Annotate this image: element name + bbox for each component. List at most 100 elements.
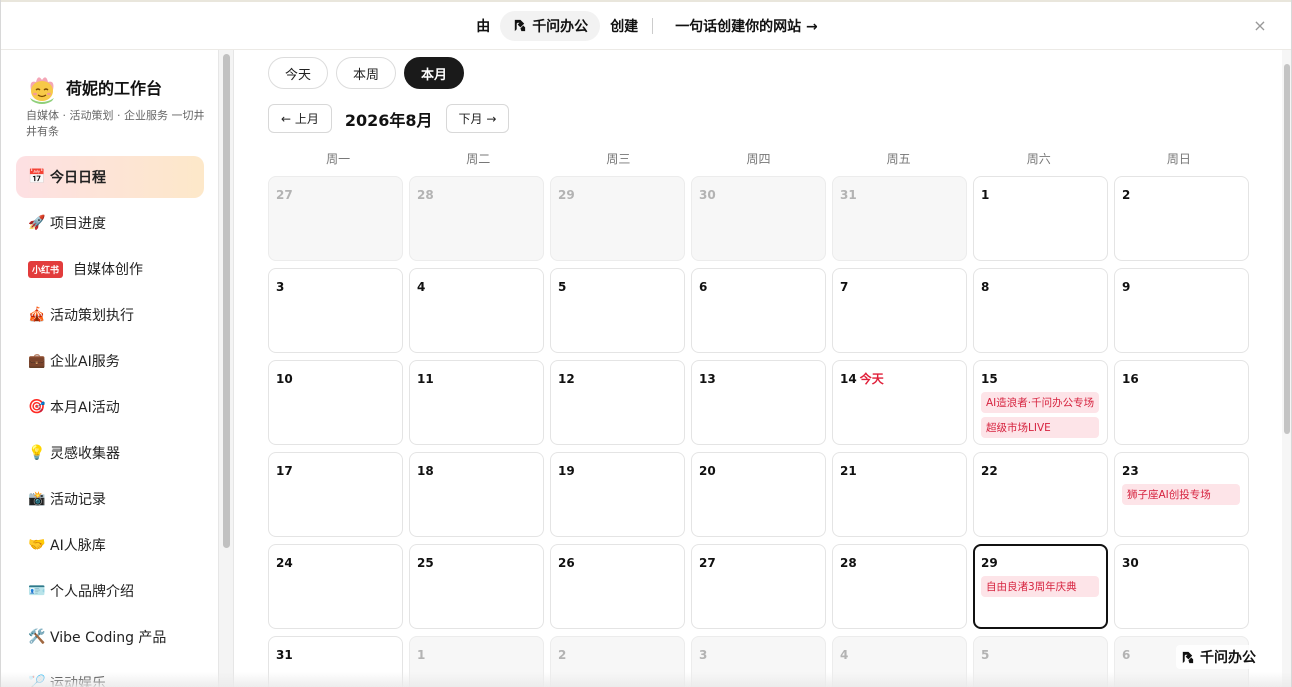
sidebar-item-vibe-coding[interactable]: 🛠️ Vibe Coding 产品 xyxy=(16,616,204,658)
sidebar-item-ai-network[interactable]: 🤝 AI人脉库 xyxy=(16,524,204,566)
id-card-icon: 🪪 xyxy=(28,583,46,599)
calendar-day-cell[interactable]: 28 xyxy=(832,544,967,629)
calendar-day-cell[interactable]: 31 xyxy=(268,636,403,687)
calendar-day-cell[interactable]: 17 xyxy=(268,452,403,537)
calendar-day-cell[interactable]: 5 xyxy=(550,268,685,353)
calendar-day-cell[interactable]: 27 xyxy=(268,176,403,261)
create-site-link[interactable]: 一句话创建你的网站 → xyxy=(675,16,818,36)
calendar-main: 今天 本周 本月 ← 上月 2026年8月 下月 → 周一 周二 周三 周四 周… xyxy=(234,50,1282,687)
weekday-label: 周三 xyxy=(606,152,631,166)
main-scrollbar[interactable] xyxy=(1282,50,1291,687)
calendar-icon: 📅 xyxy=(28,169,46,185)
sidebar-scrollbar[interactable] xyxy=(218,50,234,687)
calendar-event[interactable]: 自由良渚3周年庆典 xyxy=(981,576,1099,597)
sidebar-item-event-records[interactable]: 📸 活动记录 xyxy=(16,478,204,520)
briefcase-icon: 💼 xyxy=(28,353,46,369)
camera-icon: 📸 xyxy=(28,491,46,507)
calendar-day-cell[interactable]: 12 xyxy=(550,360,685,445)
day-number: 29 xyxy=(981,556,998,570)
calendar-day-cell[interactable]: 7 xyxy=(832,268,967,353)
sidebar-item-today-schedule[interactable]: 📅 今日日程 xyxy=(16,156,204,198)
calendar-day-cell[interactable]: 26 xyxy=(550,544,685,629)
calendar-day-cell[interactable]: 6 xyxy=(691,268,826,353)
day-number: 29 xyxy=(558,188,575,202)
day-number: 31 xyxy=(840,188,857,202)
calendar-day-cell[interactable]: 14 今天 xyxy=(832,360,967,445)
sidebar-item-media-creation[interactable]: 小红书 自媒体创作 xyxy=(16,248,204,290)
brand-name: 千问办公 xyxy=(532,18,589,35)
day-number: 28 xyxy=(417,188,434,202)
calendar-day-cell[interactable]: 15 AI造浪者·千问办公专场 超级市场LIVE xyxy=(973,360,1108,445)
close-icon[interactable]: × xyxy=(1253,18,1267,34)
calendar-day-cell[interactable]: 2 xyxy=(1114,176,1249,261)
calendar-event[interactable]: 狮子座AI创投专场 xyxy=(1122,484,1240,505)
calendar-grid: 27 28 29 30 31 1 2 3 4 5 6 7 8 9 10 11 12 13 14 今天 15 AI造浪者·千… xyxy=(268,176,1252,687)
prev-month-button[interactable]: ← 上月 xyxy=(268,104,332,133)
sidebar-item-event-planning[interactable]: 🎪 活动策划执行 xyxy=(16,294,204,336)
calendar-day-cell[interactable]: 25 xyxy=(409,544,544,629)
calendar-day-cell[interactable]: 9 xyxy=(1114,268,1249,353)
next-month-button[interactable]: 下月 → xyxy=(445,104,510,133)
month-navigation: ← 上月 2026年8月 下月 → xyxy=(268,104,510,133)
tab-today[interactable]: 今天 xyxy=(268,57,329,89)
day-number: 23 xyxy=(1122,464,1139,478)
calendar-day-cell[interactable]: 24 xyxy=(268,544,403,629)
sidebar-item-project-progress[interactable]: 🚀 项目进度 xyxy=(16,202,204,244)
qianwen-watermark[interactable]: 千问办公 xyxy=(1176,645,1260,669)
sidebar-item-sports[interactable]: 🏸 运动娱乐 xyxy=(16,662,204,687)
day-number: 4 xyxy=(840,648,849,662)
calendar-day-cell[interactable]: 1 xyxy=(973,176,1108,261)
day-number: 27 xyxy=(276,188,293,202)
tab-week[interactable]: 本周 xyxy=(336,57,397,89)
calendar-day-cell[interactable]: 20 xyxy=(691,452,826,537)
calendar-day-cell[interactable]: 31 xyxy=(832,176,967,261)
sidebar-item-enterprise-ai[interactable]: 💼 企业AI服务 xyxy=(16,340,204,382)
day-number: 3 xyxy=(276,280,285,294)
calendar-day-cell[interactable]: 30 xyxy=(691,176,826,261)
calendar-day-cell[interactable]: 30 xyxy=(1114,544,1249,629)
calendar-day-cell[interactable]: 29 xyxy=(550,176,685,261)
calendar-day-cell[interactable]: 22 xyxy=(973,452,1108,537)
day-number: 12 xyxy=(558,372,575,386)
top-banner: 由 千问办公 创建 一句话创建你的网站 → × xyxy=(1,0,1291,50)
day-number: 14 xyxy=(840,372,857,386)
calendar-day-cell[interactable]: 5 xyxy=(973,636,1108,687)
calendar-day-cell[interactable]: 2 xyxy=(550,636,685,687)
day-number: 30 xyxy=(699,188,716,202)
view-tabs: 今天 本周 本月 xyxy=(268,57,465,89)
main-scroll-thumb[interactable] xyxy=(1284,64,1290,434)
calendar-day-cell[interactable]: 18 xyxy=(409,452,544,537)
tab-month[interactable]: 本月 xyxy=(404,57,465,89)
sidebar-item-personal-brand[interactable]: 🪪 个人品牌介绍 xyxy=(16,570,204,612)
calendar-day-cell[interactable]: 27 xyxy=(691,544,826,629)
sidebar-item-label: 活动记录 xyxy=(50,492,106,508)
sidebar-item-label: 企业AI服务 xyxy=(50,354,120,370)
calendar-day-cell[interactable]: 10 xyxy=(268,360,403,445)
calendar-day-cell[interactable]: 11 xyxy=(409,360,544,445)
calendar-day-cell[interactable]: 16 xyxy=(1114,360,1249,445)
sidebar-scroll-thumb[interactable] xyxy=(223,54,230,548)
sidebar-item-inspiration[interactable]: 💡 灵感收集器 xyxy=(16,432,204,474)
calendar-day-cell[interactable]: 8 xyxy=(973,268,1108,353)
calendar-day-cell[interactable]: 29 自由良渚3周年庆典 xyxy=(973,544,1108,629)
day-number: 20 xyxy=(699,464,716,478)
calendar-day-cell[interactable]: 21 xyxy=(832,452,967,537)
calendar-event[interactable]: 超级市场LIVE xyxy=(981,417,1099,438)
calendar-day-cell[interactable]: 4 xyxy=(832,636,967,687)
calendar-day-cell[interactable]: 23 狮子座AI创投专场 xyxy=(1114,452,1249,537)
brand-pill[interactable]: 千问办公 xyxy=(500,10,601,41)
calendar-event[interactable]: AI造浪者·千问办公专场 xyxy=(981,392,1099,413)
day-number: 13 xyxy=(699,372,716,386)
sidebar-item-monthly-ai-events[interactable]: 🎯 本月AI活动 xyxy=(16,386,204,428)
calendar-day-cell[interactable]: 3 xyxy=(268,268,403,353)
day-number: 4 xyxy=(417,280,426,294)
calendar-day-cell[interactable]: 13 xyxy=(691,360,826,445)
calendar-day-cell[interactable]: 3 xyxy=(691,636,826,687)
calendar-day-cell[interactable]: 28 xyxy=(409,176,544,261)
today-label: 今天 xyxy=(859,372,884,386)
sidebar-item-label: 个人品牌介绍 xyxy=(50,584,134,600)
calendar-day-cell[interactable]: 1 xyxy=(409,636,544,687)
sidebar-item-label: 今日日程 xyxy=(50,170,106,186)
calendar-day-cell[interactable]: 4 xyxy=(409,268,544,353)
calendar-day-cell[interactable]: 19 xyxy=(550,452,685,537)
